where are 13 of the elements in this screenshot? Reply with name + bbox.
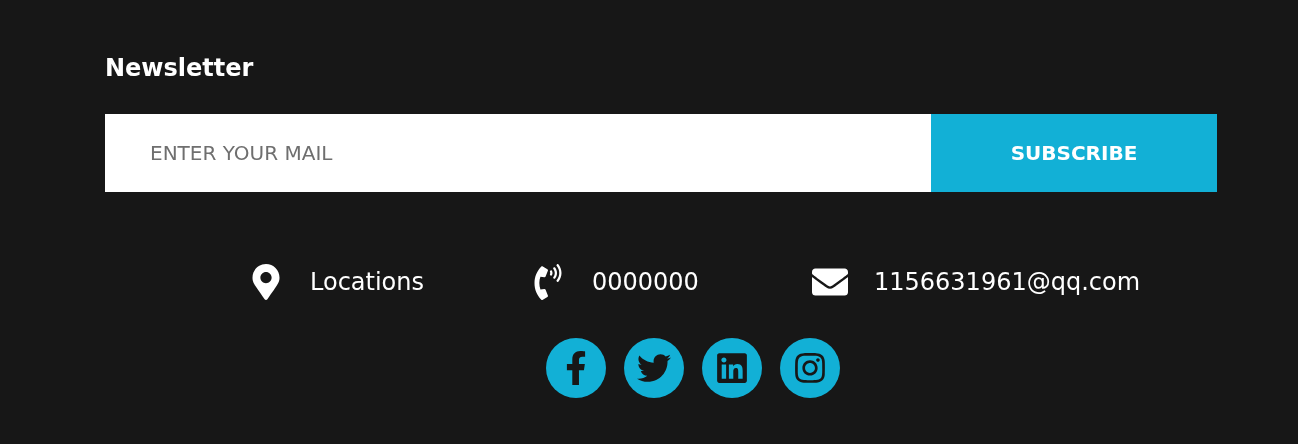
twitter-link[interactable] bbox=[624, 338, 684, 398]
subscribe-button[interactable]: SUBSCRIBE bbox=[931, 114, 1217, 192]
newsletter-title: Newsletter bbox=[105, 53, 254, 84]
email-field[interactable]: ENTER YOUR MAIL bbox=[105, 114, 931, 192]
instagram-icon bbox=[793, 351, 827, 385]
instagram-link[interactable] bbox=[780, 338, 840, 398]
contact-text: 0000000 bbox=[592, 268, 699, 296]
facebook-link[interactable] bbox=[546, 338, 606, 398]
linkedin-icon bbox=[715, 351, 749, 385]
linkedin-link[interactable] bbox=[702, 338, 762, 398]
twitter-icon bbox=[637, 351, 671, 385]
contact-text: Locations bbox=[310, 268, 424, 296]
contact-text: 1156631961@qq.com bbox=[874, 268, 1141, 296]
